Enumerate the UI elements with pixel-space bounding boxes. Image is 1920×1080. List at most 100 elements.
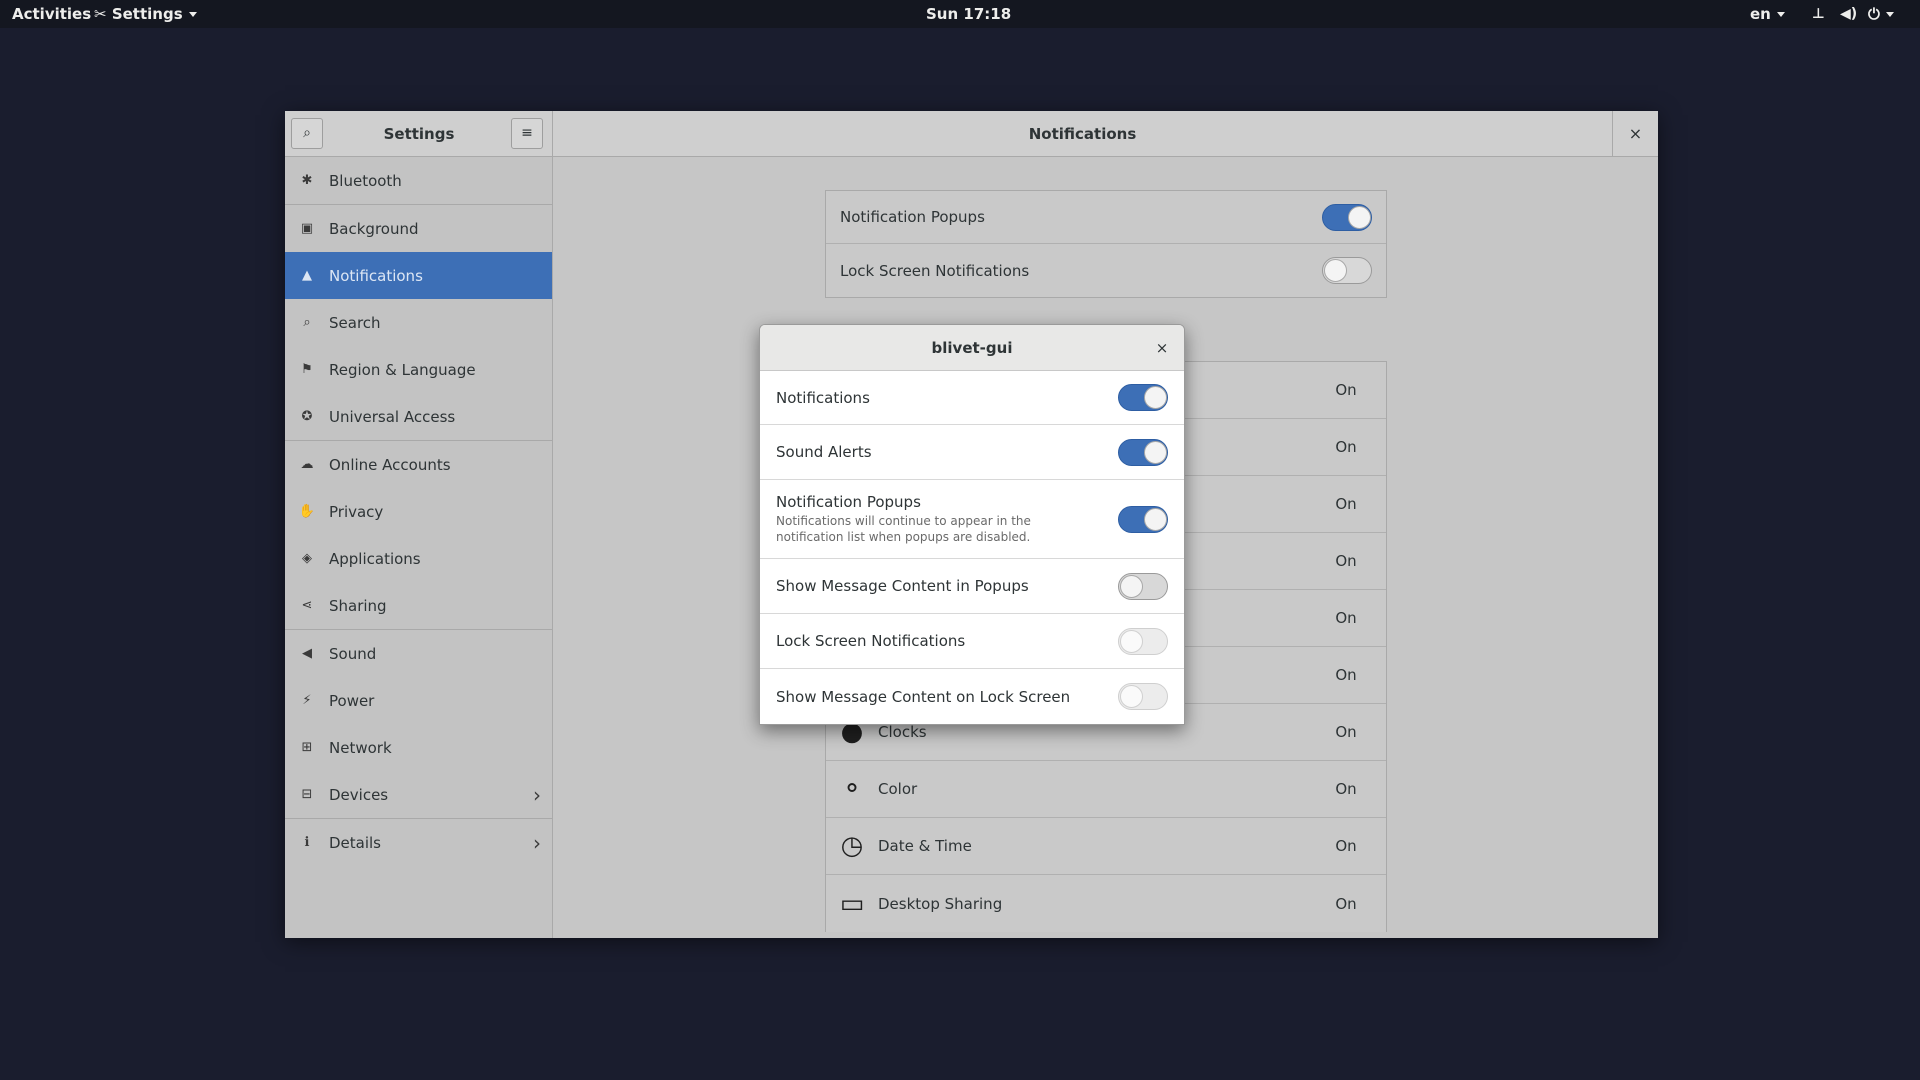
chevron-right-icon: › [533, 782, 541, 807]
sidebar-item-devices[interactable]: ⊟ Devices › [285, 771, 552, 818]
sidebar-item-online-accounts[interactable]: ☁ Online Accounts [285, 441, 552, 488]
search-button[interactable]: ⌕ [291, 118, 323, 149]
dialog-title: blivet-gui [931, 339, 1013, 357]
info-icon: ℹ [304, 835, 310, 850]
sidebar-item-applications[interactable]: ◈ Applications [285, 535, 552, 582]
show-message-content-lock-screen-row[interactable]: Show Message Content on Lock Screen [760, 669, 1184, 724]
show-message-content-lock-screen-switch[interactable] [1118, 683, 1168, 710]
sidebar-item-details[interactable]: ℹ Details › [285, 819, 552, 866]
search-icon: ⌕ [303, 315, 311, 330]
menu-button[interactable]: ≡ [511, 118, 543, 149]
power-icon: ⚡ [302, 693, 312, 708]
list-item-date-time[interactable]: ◷ Date & Time On [826, 818, 1386, 875]
chevron-down-icon [1776, 12, 1785, 17]
list-item-desktop-sharing[interactable]: ▭ Desktop Sharing On [826, 875, 1386, 932]
sidebar-item-label: Sharing [329, 596, 387, 615]
app-state: On [1335, 552, 1357, 570]
sidebar-item-label: Details [329, 833, 382, 852]
activities-button[interactable]: Activities [12, 0, 91, 28]
lock-screen-notifications-switch[interactable] [1322, 257, 1372, 284]
sound-alerts-row[interactable]: Sound Alerts [760, 425, 1184, 480]
close-dialog-button[interactable]: × [1148, 334, 1176, 362]
show-message-content-popups-row[interactable]: Show Message Content in Popups [760, 559, 1184, 614]
notification-popups-label: Notification Popups [840, 208, 985, 226]
lock-screen-notifications-switch[interactable] [1118, 627, 1168, 655]
sidebar-item-power[interactable]: ⚡ Power [285, 677, 552, 724]
date-time-icon: ◷ [840, 831, 864, 861]
notification-popups-switch[interactable] [1322, 203, 1372, 231]
sidebar-item-background[interactable]: ▣ Background [285, 205, 552, 252]
sidebar-item-privacy[interactable]: ✋ Privacy [285, 488, 552, 535]
sidebar-item-label: Power [329, 691, 375, 710]
language-menu[interactable]: en [1750, 0, 1785, 28]
notifications-switch[interactable] [1118, 384, 1168, 411]
app-state: On [1335, 837, 1357, 855]
notification-popups-row[interactable]: Notification Popups Notifications will c… [760, 480, 1184, 559]
sidebar-item-label: Region & Language [329, 360, 476, 379]
sidebar-item-sound[interactable]: ◀ Sound [285, 630, 552, 677]
notifications-row[interactable]: Notifications [760, 371, 1184, 425]
app-menu-label: Settings [111, 5, 183, 23]
sidebar-item-label: Background [329, 219, 419, 238]
clock[interactable]: Sun 17:18 [926, 0, 1011, 28]
network-icon: ⊞ [301, 740, 313, 755]
close-icon: × [1628, 124, 1643, 143]
app-state: On [1335, 609, 1357, 627]
network-status-icon[interactable]: ⊥ [1812, 0, 1825, 28]
flag-icon: ⚑ [301, 362, 313, 377]
system-menu[interactable]: ⏻ [1868, 0, 1894, 28]
panel-header: Notifications × [553, 111, 1658, 157]
sidebar-item-network[interactable]: ⊞ Network [285, 724, 552, 771]
app-state: On [1335, 666, 1357, 684]
devices-icon: ⊟ [301, 787, 313, 802]
sidebar-item-label: Bluetooth [329, 171, 402, 190]
cloud-icon: ☁ [300, 457, 314, 472]
notification-popups-switch[interactable] [1118, 505, 1168, 533]
sidebar-item-notifications[interactable]: ▲ Notifications [285, 252, 552, 299]
language-label: en [1750, 5, 1771, 23]
top-bar: Activities ✂ Settings Sun 17:18 en ⊥ ◀) … [0, 0, 1920, 28]
share-icon: ⋖ [301, 598, 313, 613]
app-state: On [1335, 495, 1357, 513]
app-state: On [1335, 894, 1357, 913]
close-window-button[interactable]: × [1612, 111, 1658, 157]
sidebar-item-search[interactable]: ⌕ Search [285, 299, 552, 346]
lock-screen-notifications-row[interactable]: Lock Screen Notifications [760, 614, 1184, 669]
applications-icon: ◈ [302, 551, 312, 566]
show-message-content-popups-label: Show Message Content in Popups [776, 577, 1029, 595]
search-icon: ⌕ [303, 125, 311, 141]
sidebar-item-label: Online Accounts [329, 455, 451, 474]
sidebar-title: Settings [383, 125, 455, 143]
panel-title: Notifications [1028, 125, 1137, 143]
sidebar-item-label: Devices [329, 785, 389, 804]
close-icon: × [1155, 339, 1169, 357]
app-menu[interactable]: ✂ Settings [94, 0, 197, 28]
app-name: Clocks [878, 723, 927, 741]
background-icon: ▣ [300, 221, 314, 236]
sidebar-item-bluetooth[interactable]: ✱ Bluetooth [285, 157, 552, 204]
hamburger-icon: ≡ [521, 125, 533, 141]
list-item-color[interactable]: ⚬ Color On [826, 761, 1386, 818]
color-icon: ⚬ [841, 774, 863, 804]
app-state: On [1335, 381, 1357, 399]
sidebar: ✱ Bluetooth ▣ Background ▲ Notifications ⌕ S… [285, 157, 553, 938]
sidebar-item-label: Notifications [329, 266, 423, 285]
notification-popups-description: Notifications will continue to appear in… [776, 514, 1031, 544]
lock-screen-notifications-label: Lock Screen Notifications [776, 632, 966, 650]
app-state: On [1335, 780, 1357, 798]
power-icon: ⏻ [1868, 5, 1880, 23]
sidebar-item-universal-access[interactable]: ✪ Universal Access [285, 393, 552, 440]
sidebar-item-label: Network [329, 738, 392, 757]
notification-popups-row[interactable]: Notification Popups [826, 191, 1386, 244]
volume-icon[interactable]: ◀) [1840, 0, 1857, 28]
show-message-content-lock-screen-label: Show Message Content on Lock Screen [776, 687, 1071, 706]
sidebar-item-sharing[interactable]: ⋖ Sharing [285, 582, 552, 629]
sidebar-item-label: Privacy [329, 502, 384, 521]
sidebar-item-region-language[interactable]: ⚑ Region & Language [285, 346, 552, 393]
app-name: Desktop Sharing [878, 894, 1003, 913]
bell-icon: ▲ [302, 268, 312, 283]
desktop-sharing-icon: ▭ [839, 888, 865, 919]
show-message-content-popups-switch[interactable] [1118, 572, 1168, 600]
lock-screen-notifications-row[interactable]: Lock Screen Notifications [826, 244, 1386, 297]
sound-alerts-switch[interactable] [1118, 438, 1168, 466]
